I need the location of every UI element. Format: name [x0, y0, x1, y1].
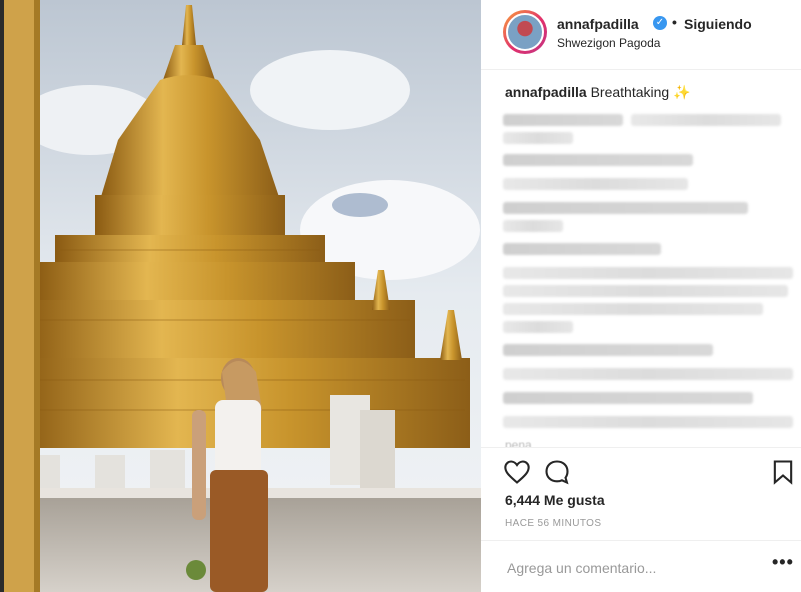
blurred-comment — [503, 303, 763, 315]
blurred-comment — [503, 368, 793, 380]
blurred-comment — [503, 285, 788, 297]
partial-comment: pena — [505, 438, 532, 448]
follow-button[interactable]: Siguiendo — [684, 16, 752, 32]
avatar[interactable] — [503, 10, 547, 54]
caption-username[interactable]: annafpadilla — [505, 84, 587, 100]
like-count[interactable]: 6,444 Me gusta — [505, 492, 605, 508]
avatar-image — [506, 13, 544, 51]
pagoda-image — [0, 0, 481, 592]
comments-panel[interactable]: annafpadilla Breathtaking ✨ pena — [481, 70, 801, 448]
verified-badge-icon: ✓ — [653, 16, 667, 30]
post-photo[interactable] — [0, 0, 481, 592]
post-caption: annafpadilla Breathtaking ✨ — [505, 84, 691, 101]
blurred-comment — [503, 220, 563, 232]
divider — [481, 540, 801, 541]
more-options-icon[interactable]: ••• — [772, 552, 794, 573]
blurred-comment — [503, 243, 661, 255]
blurred-comment — [503, 267, 793, 279]
blurred-comment — [503, 178, 688, 190]
blurred-comment — [503, 392, 753, 404]
blurred-comment — [503, 416, 793, 428]
caption-text: Breathtaking — [590, 84, 670, 100]
post-timestamp[interactable]: HACE 56 MINUTOS — [505, 518, 601, 529]
comment-bubble-icon[interactable] — [543, 458, 571, 486]
heart-icon[interactable] — [503, 458, 531, 486]
separator-dot: • — [672, 14, 677, 30]
post-header: annafpadilla ✓ • Siguiendo Shwezigon Pag… — [481, 0, 801, 70]
blurred-comment — [503, 132, 573, 144]
post-location[interactable]: Shwezigon Pagoda — [557, 36, 660, 50]
blurred-comment — [503, 321, 573, 333]
sparkles-icon: ✨ — [673, 84, 691, 100]
post-actions — [481, 452, 801, 492]
blurred-comment — [503, 202, 748, 214]
blurred-comment — [503, 154, 693, 166]
blurred-comment — [631, 114, 781, 126]
photo-left-edge — [0, 0, 4, 592]
comment-input[interactable] — [505, 554, 749, 582]
post-username[interactable]: annafpadilla — [557, 16, 639, 32]
bookmark-icon[interactable] — [769, 458, 797, 486]
blurred-comment — [503, 114, 623, 126]
blurred-comment — [503, 344, 713, 356]
